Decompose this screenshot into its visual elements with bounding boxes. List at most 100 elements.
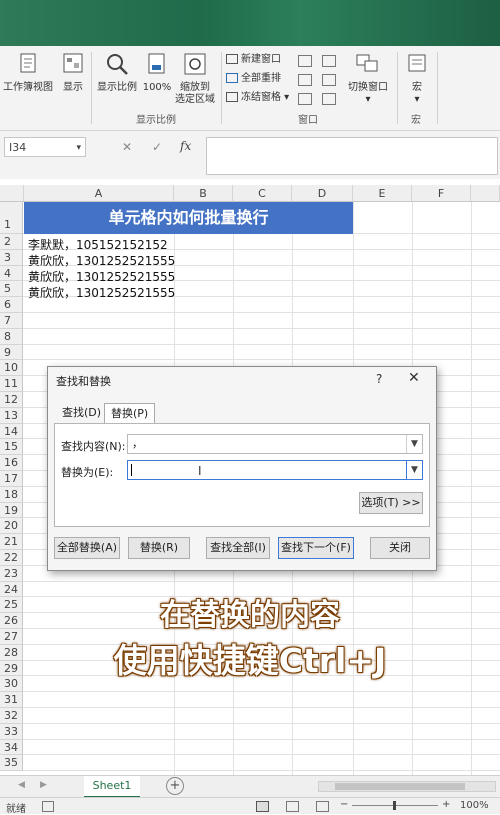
find-all-button[interactable]: 查找全部(I) bbox=[206, 537, 270, 559]
workbook-views-button[interactable]: 工作簿视图 bbox=[2, 52, 54, 94]
row-header[interactable]: 32 bbox=[0, 708, 23, 724]
arrange-all-label: 全部重排 bbox=[241, 73, 281, 84]
cell-a4[interactable]: 黄欣欣，1301252521555 bbox=[28, 269, 175, 285]
zoom-button[interactable]: 显示比例 bbox=[94, 52, 140, 94]
gridline bbox=[23, 691, 500, 693]
row-header[interactable]: 2 bbox=[0, 234, 23, 250]
row-header[interactable]: 10 bbox=[0, 360, 23, 377]
arrange-all-button[interactable]: 全部重排 bbox=[226, 71, 281, 87]
replace-button[interactable]: 替换(R) bbox=[128, 537, 190, 559]
row-header[interactable]: 11 bbox=[0, 376, 23, 392]
gridline bbox=[23, 327, 500, 329]
row-header[interactable]: 5 bbox=[0, 281, 23, 298]
unhide-icon[interactable] bbox=[298, 93, 312, 105]
row-header[interactable]: 20 bbox=[0, 518, 23, 535]
cell-a2[interactable]: 李默默，105152152152 bbox=[28, 237, 168, 253]
cancel-icon[interactable]: ✕ bbox=[122, 140, 132, 154]
options-button[interactable]: 选项(T) >> bbox=[359, 492, 423, 514]
tab-replace[interactable]: 替换(P) bbox=[104, 403, 156, 424]
macros-button[interactable]: 宏 ▾ bbox=[402, 52, 432, 106]
row-header[interactable]: 9 bbox=[0, 344, 23, 361]
page-layout-icon[interactable] bbox=[286, 801, 299, 812]
row-header[interactable]: 23 bbox=[0, 565, 23, 582]
row-header[interactable]: 19 bbox=[0, 502, 23, 519]
row-header[interactable]: 18 bbox=[0, 486, 23, 503]
row-header[interactable]: 14 bbox=[0, 423, 23, 440]
scrollbar-thumb[interactable] bbox=[335, 783, 465, 790]
reset-position-icon[interactable] bbox=[322, 93, 336, 105]
scroll-left-icon[interactable]: ◀ bbox=[18, 780, 25, 790]
switch-windows-button[interactable]: 切换窗口 ▾ bbox=[344, 52, 392, 106]
column-header[interactable]: C bbox=[233, 185, 292, 202]
row-header[interactable]: 3 bbox=[0, 249, 23, 266]
new-window-button[interactable]: 新建窗口 bbox=[226, 52, 281, 68]
window-group-label: 窗口 bbox=[298, 115, 318, 126]
row-header[interactable]: 13 bbox=[0, 407, 23, 424]
chevron-down-icon: ▾ bbox=[365, 94, 371, 105]
row-header[interactable]: 6 bbox=[0, 297, 23, 313]
cell-a5[interactable]: 黄欣欣，1301252521555 bbox=[28, 285, 175, 301]
column-header[interactable]: A bbox=[24, 185, 174, 202]
replace-input[interactable]: I ▼ bbox=[127, 460, 423, 480]
macro-record-icon[interactable] bbox=[42, 801, 54, 812]
tab-find[interactable]: 查找(D) bbox=[56, 403, 107, 423]
split-icon[interactable] bbox=[298, 55, 312, 67]
ribbon-separator bbox=[397, 52, 398, 124]
zoom-in-icon[interactable]: + bbox=[442, 799, 450, 810]
show-button[interactable]: 显示 bbox=[58, 52, 88, 94]
row-header[interactable]: 22 bbox=[0, 550, 23, 566]
column-header[interactable]: F bbox=[412, 185, 471, 202]
zoom-to-selection-button[interactable]: 缩放到 选定区域 bbox=[172, 52, 218, 106]
freeze-panes-label: 冻结窗格 bbox=[241, 92, 281, 103]
find-input[interactable]: ， ▼ bbox=[127, 434, 423, 454]
row-header[interactable]: 16 bbox=[0, 455, 23, 471]
sheet-tab-sheet1[interactable]: Sheet1 bbox=[84, 776, 140, 798]
row-header[interactable]: 34 bbox=[0, 739, 23, 756]
insert-function-icon[interactable]: fx bbox=[180, 139, 191, 153]
column-header[interactable]: E bbox=[353, 185, 412, 202]
row-header[interactable]: 31 bbox=[0, 692, 23, 708]
name-box[interactable]: I34 ▾ bbox=[4, 137, 86, 157]
replace-all-button[interactable]: 全部替换(A) bbox=[54, 537, 120, 559]
hide-icon[interactable] bbox=[298, 74, 312, 86]
row-header[interactable]: 12 bbox=[0, 392, 23, 408]
help-icon[interactable]: ? bbox=[376, 372, 382, 386]
column-header[interactable]: B bbox=[174, 185, 233, 202]
row-header[interactable]: 33 bbox=[0, 723, 23, 740]
chevron-down-icon[interactable]: ▼ bbox=[406, 461, 422, 479]
freeze-panes-button[interactable]: 冻结窗格 ▾ bbox=[226, 90, 289, 106]
add-sheet-icon[interactable]: + bbox=[166, 777, 184, 795]
row-header[interactable]: 4 bbox=[0, 265, 23, 282]
find-replace-dialog: 查找和替换 ? ✕ 查找(D) 替换(P) 查找内容(N): ， ▼ 替换为(E… bbox=[47, 366, 437, 571]
replace-label: 替换为(E): bbox=[61, 466, 114, 479]
chevron-down-icon[interactable]: ▼ bbox=[406, 435, 422, 453]
row-header[interactable]: 21 bbox=[0, 534, 23, 550]
gridline bbox=[23, 343, 500, 345]
sync-scroll-icon[interactable] bbox=[322, 74, 336, 86]
zoom-slider-thumb[interactable] bbox=[393, 801, 396, 810]
row-header[interactable]: 17 bbox=[0, 471, 23, 487]
find-label: 查找内容(N): bbox=[61, 440, 126, 453]
zoom-level[interactable]: 100% bbox=[460, 800, 489, 811]
title-cell[interactable]: 单元格内如何批量换行 bbox=[24, 202, 353, 234]
row-header[interactable]: 15 bbox=[0, 439, 23, 456]
row-header[interactable]: 7 bbox=[0, 313, 23, 329]
zoom-out-icon[interactable]: − bbox=[340, 799, 348, 810]
cell-a3[interactable]: 黄欣欣，1301252521555 bbox=[28, 253, 175, 269]
horizontal-scrollbar[interactable] bbox=[318, 781, 496, 792]
select-all-corner[interactable] bbox=[0, 185, 24, 202]
formula-input[interactable] bbox=[206, 137, 498, 175]
column-header[interactable]: D bbox=[292, 185, 353, 202]
side-by-side-icon[interactable] bbox=[322, 55, 336, 67]
scroll-right-icon[interactable]: ▶ bbox=[40, 780, 47, 790]
row-header[interactable]: 35 bbox=[0, 755, 23, 772]
confirm-icon[interactable]: ✓ bbox=[152, 140, 162, 154]
close-button[interactable]: 关闭 bbox=[370, 537, 430, 559]
zoom-100-button[interactable]: 100% bbox=[141, 52, 173, 94]
close-icon[interactable]: ✕ bbox=[408, 370, 420, 386]
find-next-button[interactable]: 查找下一个(F) bbox=[278, 537, 354, 559]
row-header[interactable]: 1 bbox=[0, 202, 23, 234]
page-break-icon[interactable] bbox=[316, 801, 329, 812]
row-header[interactable]: 8 bbox=[0, 328, 23, 345]
normal-view-icon[interactable] bbox=[256, 801, 269, 812]
